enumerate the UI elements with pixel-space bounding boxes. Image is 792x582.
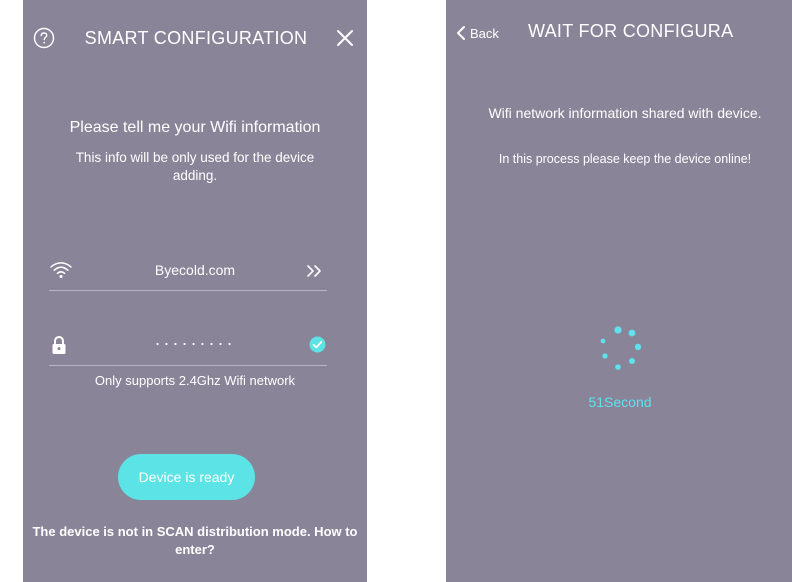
keep-online-message: In this process please keep the device o… <box>498 152 752 166</box>
wait-for-configuration-screen: Back WAIT FOR CONFIGURA Wifi network inf… <box>446 0 792 582</box>
back-button[interactable]: Back <box>456 23 499 43</box>
check-circle-icon[interactable] <box>309 336 326 353</box>
device-ready-button[interactable]: Device is ready <box>118 454 255 500</box>
page-title: SMART CONFIGURATION <box>84 28 308 48</box>
smart-configuration-screen: SMART CONFIGURATION Please tell me your … <box>23 0 367 582</box>
info-shared-message: Wifi network information shared with dev… <box>488 105 762 121</box>
lock-icon <box>51 335 67 355</box>
wifi-support-note: Only supports 2.4Ghz Wifi network <box>94 373 296 388</box>
scan-mode-help-link[interactable]: The device is not in SCAN distribution m… <box>23 523 367 559</box>
app-stage: SMART CONFIGURATION Please tell me your … <box>0 0 792 582</box>
wifi-password-field[interactable]: ········· <box>113 334 277 352</box>
wifi-icon <box>49 261 73 279</box>
help-circle-icon[interactable] <box>33 27 55 49</box>
chevron-double-right-icon[interactable] <box>305 263 325 279</box>
back-label: Back <box>470 25 499 41</box>
page-title: WAIT FOR CONFIGURA <box>528 21 734 41</box>
loading-spinner-icon <box>596 322 646 378</box>
close-icon[interactable] <box>336 29 354 47</box>
chevron-left-icon <box>456 25 466 41</box>
wifi-info-subprompt: This info will be only used for the devi… <box>75 150 315 183</box>
ssid-divider <box>49 290 327 291</box>
password-divider <box>49 365 327 366</box>
wifi-ssid-field[interactable]: Byecold.com <box>113 262 277 278</box>
countdown-timer: 51Second <box>588 394 652 410</box>
wifi-info-prompt: Please tell me your Wifi information <box>69 119 321 136</box>
